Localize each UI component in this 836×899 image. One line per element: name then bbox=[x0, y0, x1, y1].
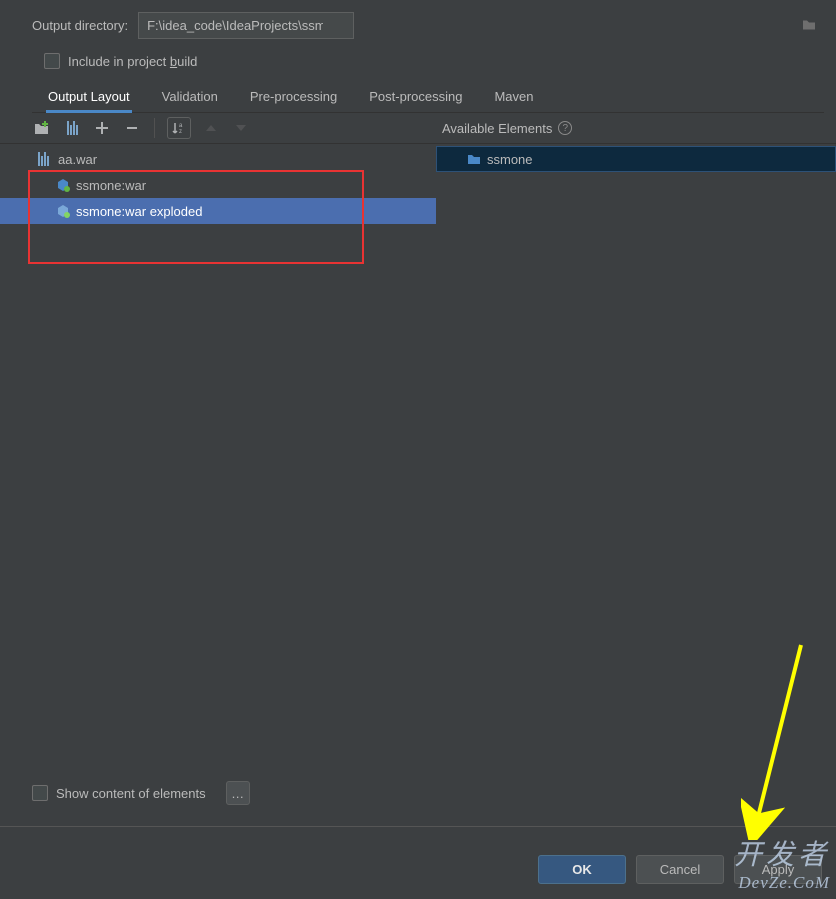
artifact-icon bbox=[56, 204, 70, 218]
output-layout-tree[interactable]: aa.war ssmone:war ssmone:war exploded bbox=[0, 144, 436, 780]
toolbar-separator bbox=[154, 118, 155, 138]
include-in-build-checkbox[interactable] bbox=[44, 53, 60, 69]
tab-bar: Output Layout Validation Pre-processing … bbox=[32, 83, 824, 113]
output-directory-input[interactable] bbox=[138, 12, 354, 39]
header-section: Output directory: Include in project bui… bbox=[0, 0, 836, 113]
tab-output-layout[interactable]: Output Layout bbox=[46, 83, 132, 112]
tree-root-label: aa.war bbox=[58, 152, 97, 167]
archive-icon bbox=[38, 152, 52, 166]
new-folder-icon[interactable] bbox=[32, 118, 52, 138]
output-directory-input-wrapper bbox=[138, 12, 824, 39]
show-content-checkbox[interactable] bbox=[32, 785, 48, 801]
tree-item[interactable]: ssmone:war bbox=[0, 172, 436, 198]
tab-maven[interactable]: Maven bbox=[492, 83, 535, 112]
tab-pre-processing[interactable]: Pre-processing bbox=[248, 83, 339, 112]
tab-post-processing[interactable]: Post-processing bbox=[367, 83, 464, 112]
include-in-build-row[interactable]: Include in project build bbox=[32, 53, 824, 69]
tree-item[interactable]: ssmone:war exploded bbox=[0, 198, 436, 224]
dialog-buttons-bar: OK Cancel Apply bbox=[0, 839, 836, 899]
divider bbox=[0, 826, 836, 827]
move-up-icon bbox=[201, 118, 221, 138]
available-elements-label: Available Elements bbox=[442, 121, 552, 136]
tree-root-item[interactable]: aa.war bbox=[0, 146, 436, 172]
folder-icon bbox=[467, 153, 481, 165]
move-down-icon bbox=[231, 118, 251, 138]
toolbar-left: az bbox=[32, 117, 438, 139]
main-content: aa.war ssmone:war ssmone:war exploded ss… bbox=[0, 144, 836, 780]
available-elements-header: Available Elements ? bbox=[438, 121, 572, 136]
tree-item-label: ssmone:war exploded bbox=[76, 204, 202, 219]
output-directory-label: Output directory: bbox=[32, 18, 128, 33]
show-content-row[interactable]: Show content of elements … bbox=[32, 781, 250, 805]
output-directory-row: Output directory: bbox=[32, 12, 824, 39]
help-icon[interactable]: ? bbox=[558, 121, 572, 135]
svg-text:z: z bbox=[179, 129, 182, 135]
show-content-label: Show content of elements bbox=[56, 786, 206, 801]
tree-item-label: ssmone:war bbox=[76, 178, 146, 193]
ok-button[interactable]: OK bbox=[538, 855, 626, 884]
browse-folder-icon[interactable] bbox=[802, 18, 816, 33]
include-in-build-label: Include in project build bbox=[68, 54, 197, 69]
available-elements-panel[interactable]: ssmone bbox=[436, 144, 836, 780]
remove-icon[interactable] bbox=[122, 118, 142, 138]
tab-validation[interactable]: Validation bbox=[160, 83, 220, 112]
cancel-button[interactable]: Cancel bbox=[636, 855, 724, 884]
sort-icon[interactable]: az bbox=[167, 117, 191, 139]
artifact-icon bbox=[56, 178, 70, 192]
ellipsis-button[interactable]: … bbox=[226, 781, 250, 805]
toolbar-row: az Available Elements ? bbox=[0, 113, 836, 144]
apply-button[interactable]: Apply bbox=[734, 855, 822, 884]
add-icon[interactable] bbox=[92, 118, 112, 138]
available-element-item[interactable]: ssmone bbox=[436, 146, 836, 172]
available-element-label: ssmone bbox=[487, 152, 533, 167]
new-archive-icon[interactable] bbox=[62, 118, 82, 138]
